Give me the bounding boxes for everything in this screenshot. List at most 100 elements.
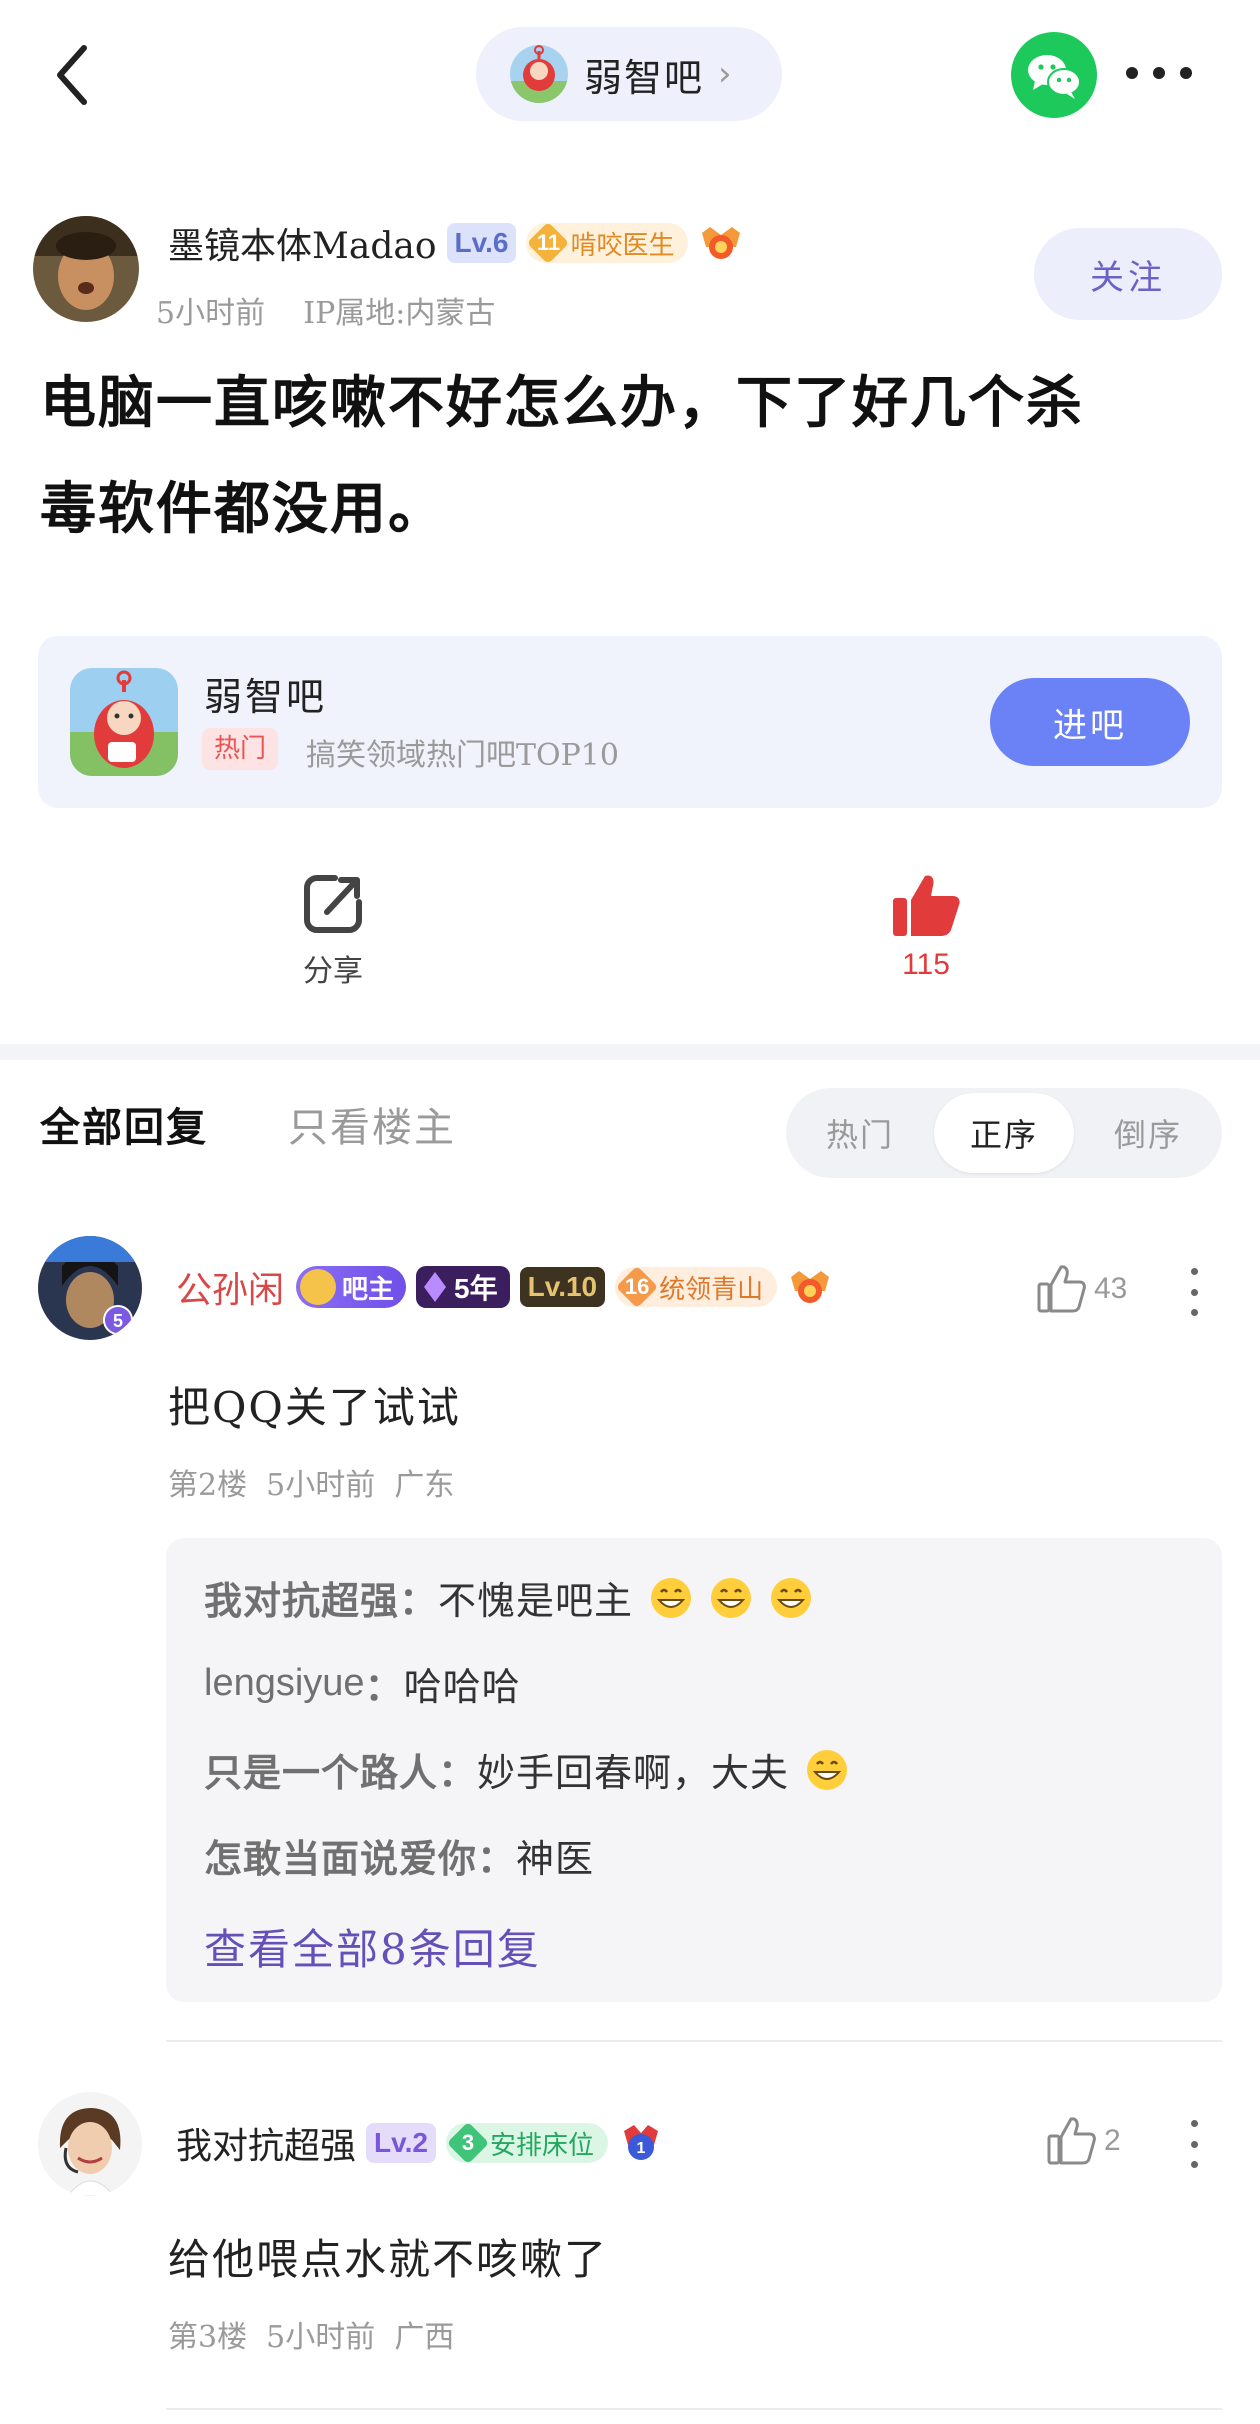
share-action[interactable]: 分享: [233, 872, 433, 990]
member-title-text: 统领青山: [659, 1274, 764, 1305]
commenter-name[interactable]: 我对抗超强: [176, 2117, 356, 2169]
dot-icon: [1153, 67, 1165, 79]
post-ip: IP属地:内蒙古: [303, 296, 496, 331]
medal-icon: [702, 227, 741, 259]
more-options-button[interactable]: [1126, 62, 1192, 84]
thumbs-up-icon: [893, 875, 960, 936]
diamond-icon: 11: [526, 223, 570, 263]
tab-op-only[interactable]: 只看楼主: [288, 1095, 456, 1153]
like-action[interactable]: 115: [826, 872, 1026, 982]
sub-reply-text: 神医: [516, 1837, 595, 1881]
wechat-share-button[interactable]: [1011, 32, 1097, 118]
rank-number: 1: [637, 2140, 646, 2157]
comment-location: 广西: [394, 2320, 455, 2355]
forum-card-name: 弱智吧: [204, 675, 328, 719]
back-button[interactable]: [48, 40, 98, 110]
post-title-line: 电脑一直咳嗽不好怎么办，下了好几个杀: [40, 370, 1084, 436]
dot-icon: [1190, 1309, 1198, 1316]
tab-all-replies[interactable]: 全部回复: [40, 1095, 208, 1153]
sub-reply-text: 哈哈哈: [403, 1665, 521, 1709]
floor-number: 第2楼: [168, 1468, 248, 1503]
level-badge: Lv.6: [446, 223, 517, 263]
section-divider: [0, 1044, 1260, 1060]
member-title-badge: 11 啃咬医生: [526, 223, 689, 263]
join-forum-button[interactable]: 进吧: [990, 678, 1190, 766]
sub-reply-user[interactable]: 我对抗超强: [204, 1570, 399, 1625]
post-meta: 5小时前 IP属地:内蒙古: [156, 288, 495, 332]
forum-card-desc: 搞笑领域热门吧TOP10: [306, 738, 619, 773]
sub-replies-box[interactable]: 我对抗超强： 不愧是吧主 lengsiyue： 哈哈哈 只是一个路人： 妙手回春…: [166, 1538, 1222, 2002]
diamond-icon: [424, 1272, 447, 1302]
commenter-name[interactable]: 公孙闲: [176, 1261, 284, 1313]
dot-icon: [1190, 2140, 1198, 2148]
sort-hot-option[interactable]: 热门: [786, 1088, 934, 1178]
grin-emoji-icon: [807, 1749, 848, 1790]
forum-avatar-small: [510, 45, 568, 103]
sort-desc-option[interactable]: 倒序: [1074, 1088, 1222, 1178]
grin-emoji-icon: [711, 1577, 752, 1618]
comment-time: 5小时前: [266, 2320, 376, 2355]
avatar-rank-number: 5: [113, 1311, 123, 1331]
forum-entry-pill[interactable]: 弱智吧 ›: [476, 27, 782, 121]
level-badge: Lv.2: [366, 2123, 436, 2163]
dot-icon: [1126, 67, 1138, 79]
hot-tag: 热门: [202, 728, 279, 770]
share-label: 分享: [303, 954, 363, 989]
sub-reply-user[interactable]: 怎敢当面说爱你: [204, 1828, 477, 1883]
author-avatar[interactable]: [33, 216, 139, 322]
comment-like-button[interactable]: 2: [1046, 2116, 1121, 2166]
sub-reply-text: 不愧是吧主: [438, 1579, 634, 1623]
dot-icon: [1190, 2120, 1198, 2127]
comment-more-button[interactable]: [1188, 1268, 1200, 1316]
author-info-row: 墨镜本体Madao Lv.6 11 啃咬医生: [168, 218, 744, 268]
dot-icon: [1190, 1268, 1198, 1275]
commenter-avatar[interactable]: 5: [38, 1236, 142, 1340]
years-badge: 5年: [416, 1266, 510, 1308]
sub-reply-user[interactable]: 只是一个路人: [204, 1742, 438, 1797]
author-name[interactable]: 墨镜本体Madao: [168, 217, 437, 269]
comment-like-button[interactable]: 43: [1036, 1264, 1127, 1314]
comment-header: 我对抗超强 Lv.2 3 安排床位 1: [176, 2118, 664, 2168]
comment-meta: 第2楼 5小时前 广东: [168, 1460, 454, 1504]
sub-reply-user[interactable]: lengsiyue: [204, 1662, 365, 1705]
forum-card[interactable]: 弱智吧 热门 搞笑领域热门吧TOP10 进吧: [38, 636, 1222, 808]
chevron-left-icon: [57, 45, 87, 105]
sub-reply: 我对抗超强： 不愧是吧主: [204, 1570, 813, 1625]
forum-pill-name: 弱智吧: [584, 55, 705, 100]
comment-text: 把QQ关了试试: [168, 1383, 461, 1432]
floor-number: 第3楼: [168, 2320, 248, 2355]
sort-segmented-control: 热门 正序 倒序: [786, 1088, 1222, 1178]
comment-meta: 第3楼 5小时前 广西: [168, 2312, 454, 2356]
grin-emoji-icon: [651, 1577, 692, 1618]
comment-header: 公孙闲 吧主 5年 Lv.10 16 统领青山: [176, 1262, 833, 1312]
sort-asc-option[interactable]: 正序: [934, 1093, 1074, 1173]
comment-separator: [166, 2408, 1222, 2410]
moderator-badge: 吧主: [296, 1266, 407, 1308]
comment-like-count: 43: [1094, 1272, 1128, 1305]
like-count: 115: [902, 948, 950, 981]
comment-text: 给他喂点水就不咳嗽了: [168, 2235, 609, 2284]
sub-reply: 只是一个路人： 妙手回春啊，大夫: [204, 1742, 849, 1797]
member-title-badge: 16 统领青山: [615, 1267, 778, 1307]
comment-time: 5小时前: [266, 1468, 376, 1503]
thumbs-up-outline-icon: [1037, 1265, 1086, 1313]
member-title-text: 安排床位: [489, 2130, 594, 2161]
dot-icon: [1190, 2161, 1198, 2168]
follow-button[interactable]: 关注: [1034, 228, 1222, 320]
chevron-right-icon: ›: [718, 54, 732, 94]
dot-icon: [1190, 1288, 1198, 1296]
diamond-icon: 3: [446, 2123, 490, 2163]
commenter-avatar[interactable]: [38, 2092, 142, 2196]
post-time: 5小时前: [156, 296, 266, 331]
post-title-line: 毒软件都没用。: [40, 476, 446, 542]
member-title-badge: 3 安排床位: [445, 2123, 608, 2163]
share-icon: [304, 875, 362, 933]
post-title: 电脑一直咳嗽不好怎么办，下了好几个杀 毒软件都没用。: [40, 350, 1220, 562]
sub-reply-text: 妙手回春啊，大夫: [477, 1751, 790, 1795]
rank-medal-icon: 1: [623, 2125, 658, 2160]
level-badge: Lv.10: [519, 1267, 606, 1307]
view-all-replies-link[interactable]: 查看全部8条回复: [204, 1916, 541, 1977]
sub-reply: 怎敢当面说爱你： 神医: [204, 1828, 594, 1883]
wechat-icon: [1028, 55, 1081, 99]
comment-more-button[interactable]: [1188, 2120, 1200, 2168]
